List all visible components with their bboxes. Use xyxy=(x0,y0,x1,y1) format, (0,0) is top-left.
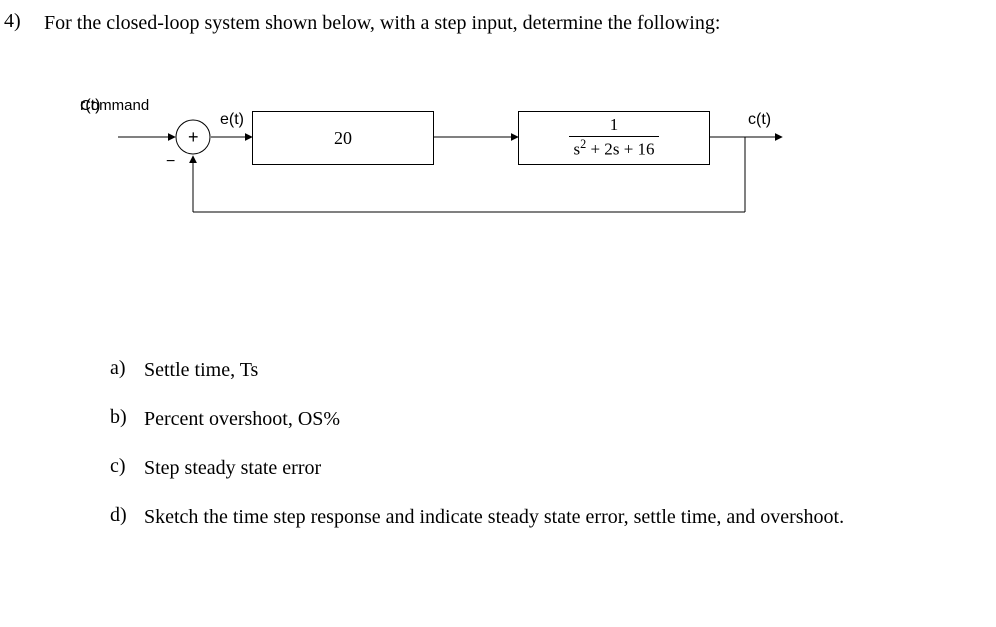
question-number: 4) xyxy=(0,10,44,33)
sub-a: a) Settle time, Ts xyxy=(110,357,966,384)
sub-d: d) Sketch the time step response and ind… xyxy=(110,504,966,531)
tf-s2: s xyxy=(613,140,620,159)
sub-questions: a) Settle time, Ts b) Percent overshoot,… xyxy=(110,357,966,531)
transfer-function: 1 s2 + 2s + 16 xyxy=(569,116,658,159)
sub-d-text: Sketch the time step response and indica… xyxy=(144,504,966,531)
sub-c-letter: c) xyxy=(110,455,144,478)
output-label: c(t) xyxy=(748,111,771,129)
input-label-bottom: r(t) xyxy=(80,97,100,115)
sub-a-text: Settle time, Ts xyxy=(144,357,966,384)
tf-numerator: 1 xyxy=(569,116,658,137)
sum-plus-icon: + xyxy=(188,127,199,148)
plant-block: 1 s2 + 2s + 16 xyxy=(518,111,710,165)
sub-b-letter: b) xyxy=(110,406,144,429)
sum-minus-icon: − xyxy=(166,153,175,171)
tf-denominator: s2 + 2s + 16 xyxy=(569,137,658,159)
sub-d-letter: d) xyxy=(110,504,144,527)
question-prompt: For the closed-loop system shown below, … xyxy=(44,10,966,37)
sub-b-text: Percent overshoot, OS% xyxy=(144,406,966,433)
sub-a-letter: a) xyxy=(110,357,144,380)
sub-c: c) Step steady state error xyxy=(110,455,966,482)
block-diagram: Command r(t) + − e(t) 20 1 s2 + 2s + 16 … xyxy=(80,97,966,247)
error-label: e(t) xyxy=(220,111,244,129)
tf-sup2: 2 xyxy=(580,137,586,151)
gain-value: 20 xyxy=(334,128,352,149)
question-row: 4) For the closed-loop system shown belo… xyxy=(0,10,966,37)
sub-c-text: Step steady state error xyxy=(144,455,966,482)
gain-block: 20 xyxy=(252,111,434,165)
page: 4) For the closed-loop system shown belo… xyxy=(0,0,996,563)
sub-b: b) Percent overshoot, OS% xyxy=(110,406,966,433)
